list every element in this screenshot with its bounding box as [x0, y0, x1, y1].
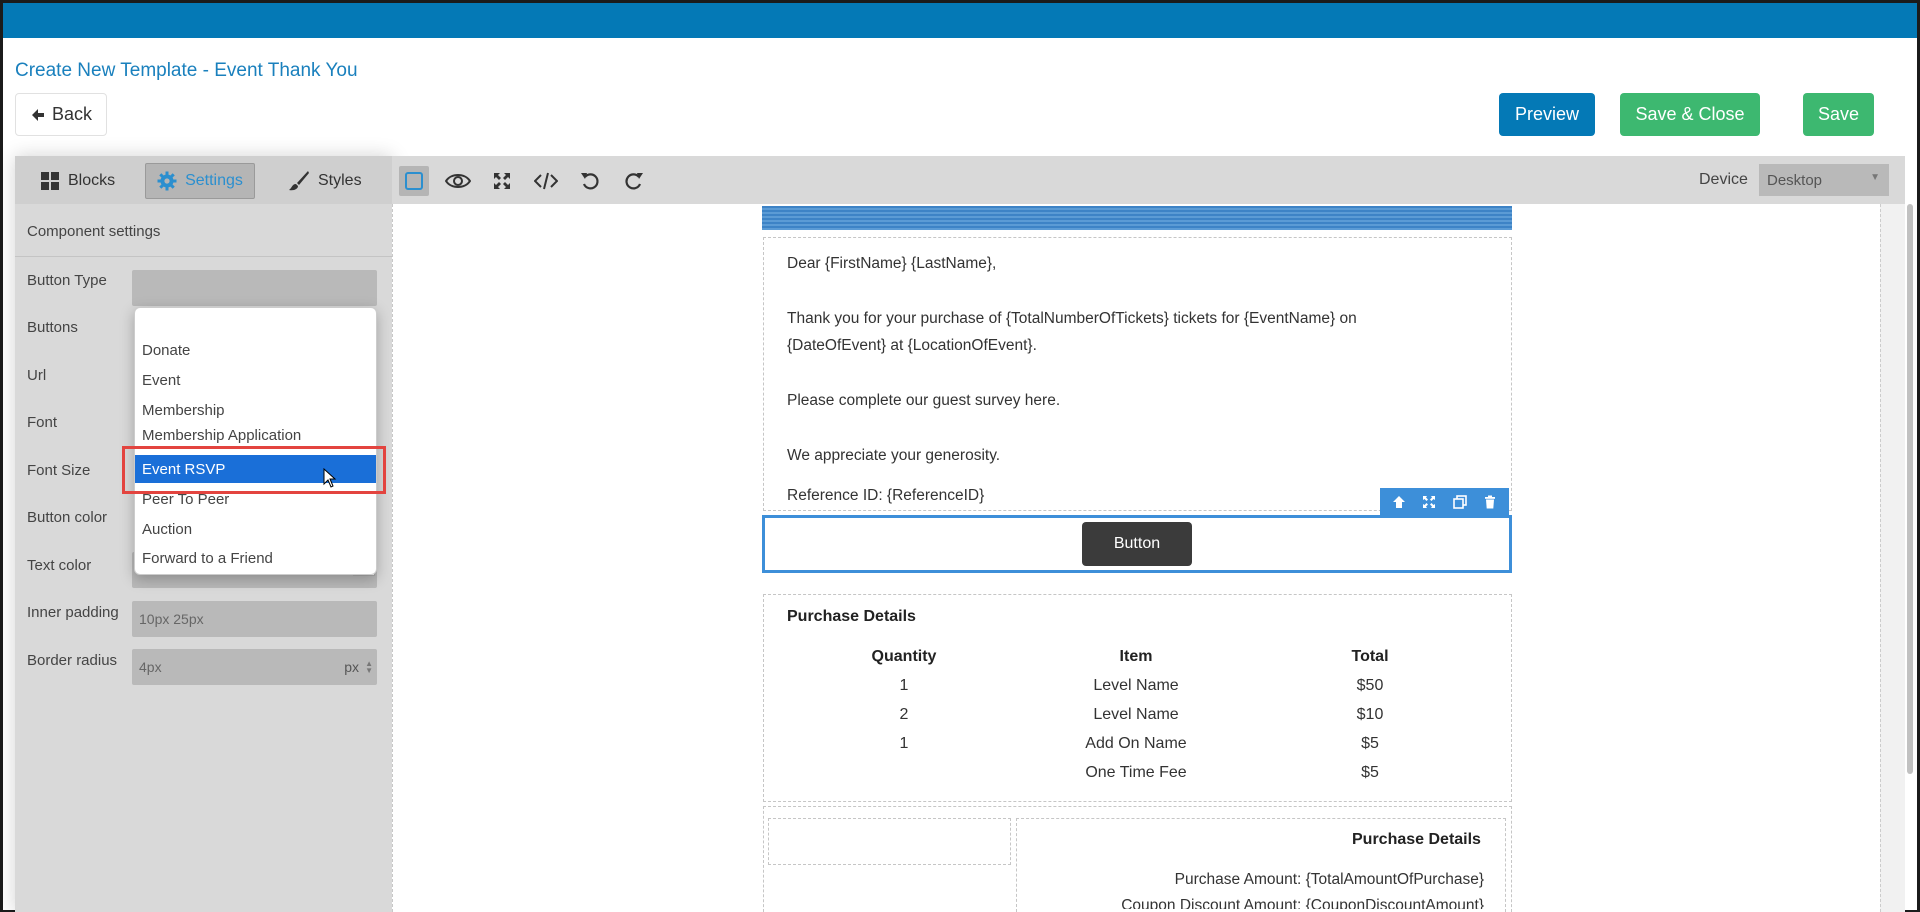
thanks-text-line2: {DateOfEvent} at {LocationOfEvent}.	[787, 337, 1037, 354]
editor-toolbar: Device Desktop ▼	[392, 156, 1905, 204]
table-cell: 1	[899, 677, 909, 694]
back-button[interactable]: Back	[15, 93, 107, 136]
code-icon	[534, 172, 558, 190]
button-type-dropdown: Donate Event Membership Membership Appli…	[134, 307, 377, 575]
preview-button[interactable]: Preview	[1499, 93, 1595, 136]
buttons-label: Buttons	[27, 319, 78, 336]
email-header-band	[762, 206, 1512, 230]
font-size-label: Font Size	[27, 462, 91, 479]
summary-title: Purchase Details	[1352, 831, 1481, 848]
border-radius-unit: px	[344, 659, 359, 675]
greeting-text: Dear {FirstName} {LastName},	[787, 255, 997, 272]
gear-icon	[157, 171, 177, 191]
table-cell: 1	[899, 735, 909, 752]
selection-highlight	[122, 446, 386, 494]
coupon-discount-text: Coupon Discount Amount: {CouponDiscountA…	[1121, 897, 1484, 909]
button-type-label: Button Type	[27, 272, 107, 289]
border-radius-input[interactable]: 4px px ▲ ▼	[132, 649, 377, 685]
eye-icon	[445, 174, 471, 188]
survey-text: Please complete our guest survey here.	[787, 392, 1061, 409]
tab-settings[interactable]: Settings	[145, 163, 255, 199]
table-cell: Add On Name	[1085, 735, 1187, 752]
email-text-block[interactable]	[763, 237, 1512, 511]
inner-padding-label: Inner padding	[27, 604, 119, 621]
dropdown-option[interactable]: Event	[135, 366, 376, 394]
thanks-text-line1: Thank you for your purchase of {TotalNum…	[787, 310, 1357, 327]
border-radius-label: Border radius	[27, 652, 118, 669]
undo-button[interactable]	[575, 166, 605, 196]
paintbrush-icon	[289, 171, 309, 191]
tab-blocks[interactable]: Blocks	[40, 163, 115, 199]
table-header-total: Total	[1351, 648, 1389, 665]
spinner-arrows-icon[interactable]: ▲ ▼	[365, 660, 373, 675]
tab-settings-label: Settings	[185, 172, 243, 189]
chevron-down-icon: ▼	[1870, 172, 1880, 183]
inner-padding-input[interactable]: 10px 25px	[132, 601, 377, 637]
table-cell: $5	[1361, 735, 1379, 752]
page-title: Create New Template - Event Thank You	[15, 60, 358, 81]
border-radius-value: 4px	[139, 659, 162, 675]
appreciate-text: We appreciate your generosity.	[787, 447, 1001, 464]
table-cell: 2	[899, 706, 909, 723]
table-header-quantity: Quantity	[871, 648, 937, 665]
table-cell: Level Name	[1093, 706, 1179, 723]
tab-styles[interactable]: Styles	[288, 163, 362, 199]
table-cell: Level Name	[1093, 677, 1179, 694]
copy-icon[interactable]	[1452, 494, 1467, 509]
preview-tool-button[interactable]	[443, 166, 473, 196]
table-cell: $10	[1356, 706, 1384, 723]
component-toolbar	[1380, 488, 1509, 515]
canvas-gutter	[1880, 204, 1905, 912]
panel-tabs: Blocks Settings Styles	[15, 156, 392, 204]
dropdown-option[interactable]: Membership Application	[135, 425, 376, 445]
device-select[interactable]: Desktop ▼	[1759, 164, 1889, 196]
table-cell: One Time Fee	[1085, 764, 1187, 781]
tab-blocks-label: Blocks	[68, 172, 116, 189]
button-color-label: Button color	[27, 509, 108, 526]
table-cell: $50	[1356, 677, 1384, 694]
arrow-left-icon	[31, 108, 44, 121]
email-button[interactable]: Button	[1082, 522, 1192, 566]
move-icon[interactable]	[1422, 495, 1436, 509]
mouse-cursor-icon	[323, 468, 337, 488]
redo-button[interactable]	[619, 166, 649, 196]
arrow-up-icon[interactable]	[1392, 495, 1406, 509]
top-bar	[3, 3, 1917, 38]
tab-styles-label: Styles	[318, 172, 362, 189]
expand-icon	[494, 173, 510, 189]
reference-text: Reference ID: {ReferenceID}	[787, 487, 985, 504]
device-label: Device	[1699, 171, 1748, 188]
dropdown-option[interactable]: Membership	[135, 396, 376, 424]
component-outline-button[interactable]	[399, 166, 429, 196]
blocks-icon	[41, 172, 59, 190]
dropdown-option[interactable]: Donate	[135, 336, 376, 364]
purchase-details-title: Purchase Details	[787, 608, 916, 625]
url-label: Url	[27, 367, 47, 384]
table-cell: $5	[1361, 764, 1379, 781]
fullscreen-button[interactable]	[487, 166, 517, 196]
device-value: Desktop	[1767, 171, 1823, 189]
code-view-button[interactable]	[531, 166, 561, 196]
dropdown-option[interactable]: Forward to a Friend	[135, 544, 376, 572]
trash-icon[interactable]	[1483, 495, 1497, 509]
save-button[interactable]: Save	[1803, 93, 1874, 136]
table-header-item: Item	[1119, 648, 1153, 665]
text-color-label: Text color	[27, 557, 92, 574]
back-label: Back	[51, 104, 93, 124]
square-outline-icon	[405, 172, 423, 190]
dropdown-option[interactable]: Auction	[135, 515, 376, 543]
button-type-select[interactable]	[132, 270, 377, 306]
undo-icon	[581, 173, 599, 190]
font-label: Font	[27, 414, 58, 431]
purchase-amount-text: Purchase Amount: {TotalAmountOfPurchase}	[1174, 871, 1484, 888]
scrollbar[interactable]	[1907, 204, 1913, 774]
divider	[15, 256, 392, 257]
redo-icon	[625, 173, 643, 190]
summary-left-cell	[768, 818, 1011, 865]
component-settings-title: Component settings	[27, 223, 161, 240]
save-close-button[interactable]: Save & Close	[1620, 93, 1760, 136]
